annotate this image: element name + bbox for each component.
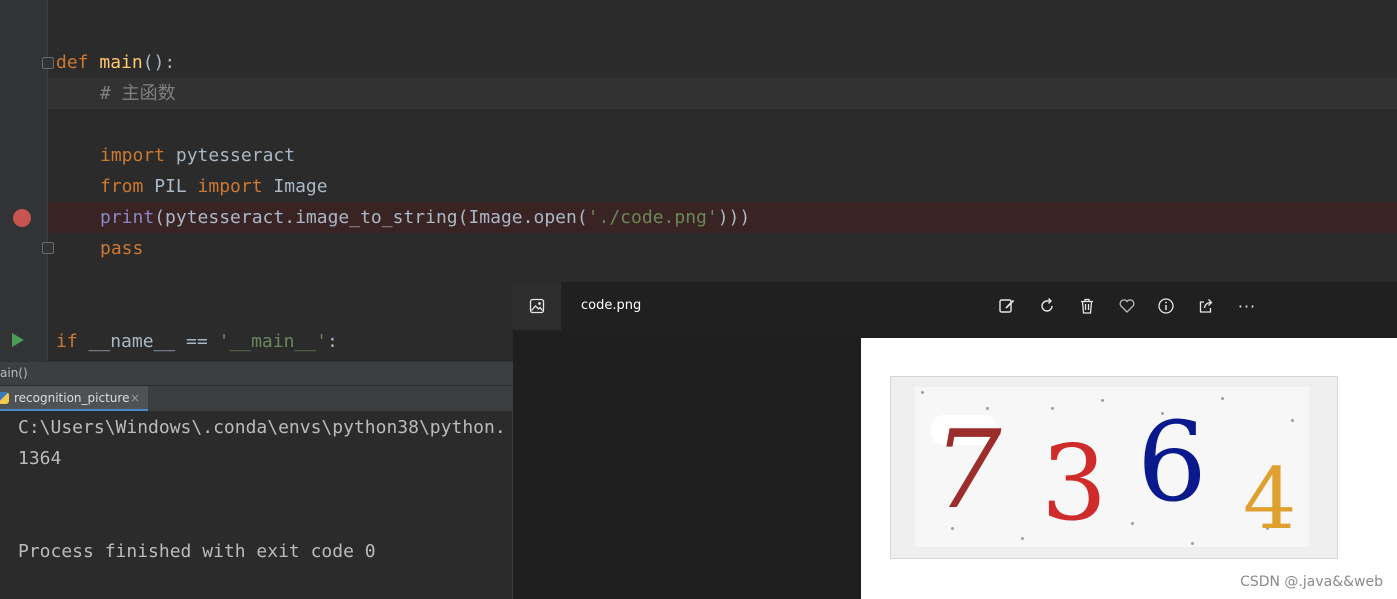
breadcrumb-item[interactable]: ain(): [0, 366, 28, 380]
tab-label: recognition_picture: [14, 391, 130, 405]
code-line-pass[interactable]: pass: [100, 233, 143, 264]
code-line-comment[interactable]: # 主函数: [100, 78, 176, 109]
string-literal: '__main__': [218, 331, 327, 352]
noise-speck: [1101, 399, 1104, 402]
share-icon[interactable]: [1194, 294, 1218, 318]
code-line-import[interactable]: import pytesseract: [100, 140, 295, 171]
code-line-if-main[interactable]: if __name__ == '__main__':: [56, 326, 338, 357]
current-line-highlight: [48, 78, 1397, 109]
function-name: main: [99, 52, 143, 73]
console-line: C:\Users\Windows\.conda\envs\python38\py…: [18, 417, 506, 438]
noise-speck: [1291, 419, 1294, 422]
breadcrumb[interactable]: ain(): [0, 361, 513, 385]
noise-speck: [1221, 397, 1224, 400]
rotate-icon[interactable]: [1035, 294, 1059, 318]
code-text: pytesseract: [165, 145, 296, 166]
string-literal: './code.png': [587, 207, 718, 228]
noise-speck: [1021, 537, 1024, 540]
noise-speck: [1051, 407, 1054, 410]
breakpoint-icon[interactable]: [13, 209, 31, 227]
image-canvas[interactable]: 7 3 6 4 CSDN @.java&&web: [861, 338, 1397, 599]
code-text: ))): [717, 207, 751, 228]
captcha-digit: 4: [1243, 450, 1297, 548]
keyword: def: [56, 52, 89, 73]
fold-toggle-icon[interactable]: [42, 57, 54, 69]
code-text: PIL: [143, 176, 198, 197]
console-line: Process finished with exit code 0: [18, 541, 376, 562]
keyword: import: [197, 176, 263, 197]
viewer-file-title: code.png: [581, 298, 642, 313]
code-text: ():: [142, 52, 176, 73]
favorite-icon[interactable]: [1115, 294, 1139, 318]
viewer-toolbar: code.png ···: [513, 282, 1397, 330]
watermark-text: CSDN @.java&&web: [1240, 574, 1383, 590]
keyword: import: [100, 145, 166, 166]
fold-end-icon[interactable]: [42, 242, 54, 254]
console-line: 1364: [18, 448, 62, 469]
editor-gutter[interactable]: [0, 0, 48, 361]
tab-recognition-picture[interactable]: recognition_picture ×: [0, 386, 148, 412]
code-line-print[interactable]: print(pytesseract.image_to_string(Image.…: [100, 202, 750, 233]
code-text: :: [326, 331, 338, 352]
edit-icon[interactable]: [995, 294, 1019, 318]
captcha-digit: 3: [1041, 422, 1108, 544]
builtin-name: print: [100, 207, 155, 228]
keyword: from: [100, 176, 144, 197]
info-icon[interactable]: [1154, 294, 1178, 318]
noise-speck: [1131, 522, 1134, 525]
photo-viewer-window: code.png ··· 7 3 6 4 CSDN @.java&&web: [513, 282, 1397, 599]
captcha-digit: 6: [1137, 398, 1207, 526]
code-text: Image: [262, 176, 328, 197]
captcha-image: 7 3 6 4: [890, 376, 1338, 559]
photos-app-icon[interactable]: [513, 282, 561, 330]
code-text: (pytesseract.image_to_string(Image.open(: [154, 207, 588, 228]
keyword: if: [56, 331, 78, 352]
code-text: __name__ ==: [77, 331, 219, 352]
noise-speck: [921, 391, 924, 394]
run-console[interactable]: C:\Users\Windows\.conda\envs\python38\py…: [0, 411, 513, 599]
python-file-icon: [0, 392, 9, 404]
run-gutter-icon[interactable]: [12, 333, 24, 347]
keyword: pass: [100, 238, 144, 259]
delete-icon[interactable]: [1075, 294, 1099, 318]
more-icon[interactable]: ···: [1235, 294, 1259, 318]
comment-text: # 主函数: [100, 83, 176, 104]
run-tab-bar: recognition_picture ×: [0, 385, 513, 412]
code-line-from-import[interactable]: from PIL import Image: [100, 171, 328, 202]
close-icon[interactable]: ×: [130, 386, 140, 410]
noise-speck: [1191, 542, 1194, 545]
code-line-def-main[interactable]: def main():: [56, 47, 175, 78]
